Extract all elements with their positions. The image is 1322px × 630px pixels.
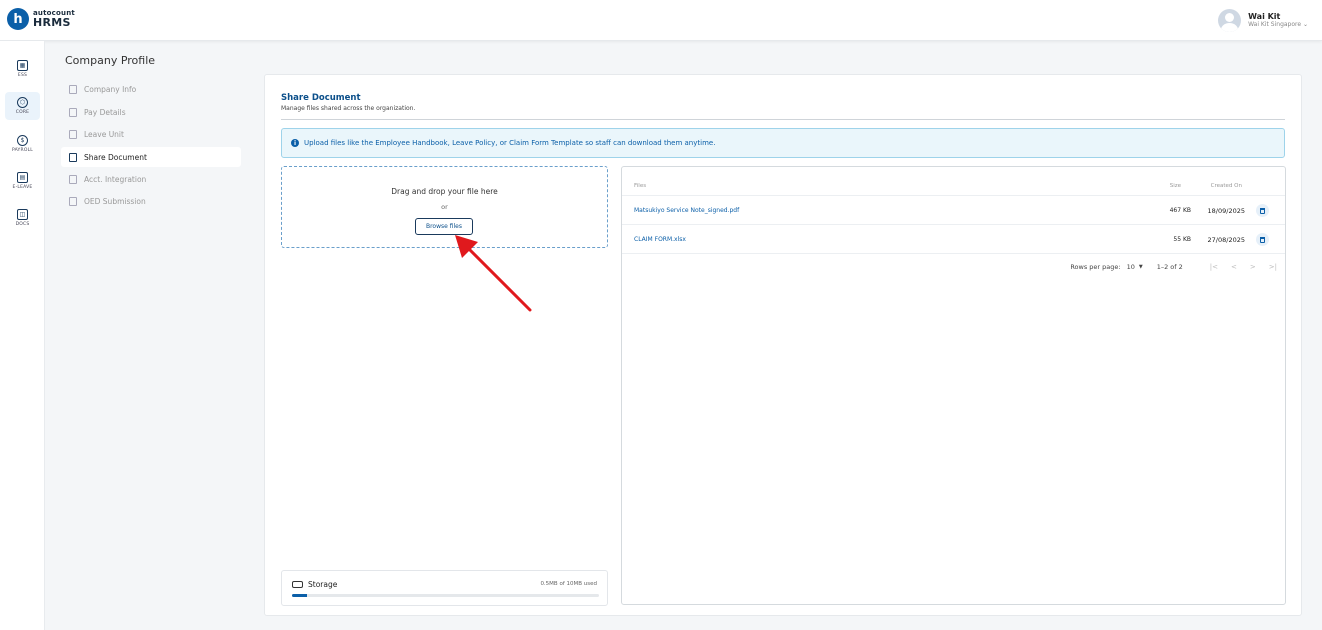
file-name-link[interactable]: Matsukiyo Service Note_signed.pdf — [634, 207, 739, 214]
core-icon: ⬡ — [17, 97, 28, 108]
chevron-down-icon[interactable]: ▼ — [1139, 264, 1143, 270]
last-page-icon[interactable]: >| — [1269, 263, 1277, 271]
top-bar: h autocount HRMS Wai Kit Wai Kit Singapo… — [0, 0, 1322, 41]
calendar-icon: ▤ — [17, 172, 28, 183]
building-icon — [69, 84, 77, 94]
nav-item-acct-integration[interactable]: Acct. Integration — [61, 169, 241, 189]
rows-per-page-label: Rows per page: — [1070, 263, 1121, 271]
company-selector[interactable]: Wai Kit Singapore ⌄ — [1248, 21, 1308, 29]
payroll-icon: $ — [17, 135, 28, 146]
info-banner: i Upload files like the Employee Handboo… — [281, 128, 1285, 158]
storage-used-text: 0.5MB of 10MB used — [540, 581, 597, 587]
logo-text: autocount HRMS — [33, 10, 75, 29]
storage-progress-bar — [292, 594, 599, 597]
column-header-files: Files — [634, 183, 647, 189]
file-name-link[interactable]: CLAIM FORM.xlsx — [634, 236, 686, 243]
integration-icon — [69, 174, 77, 184]
delete-button[interactable] — [1256, 204, 1269, 217]
autocount-hrms-logo[interactable]: h autocount HRMS — [7, 8, 75, 30]
prev-page-icon[interactable]: < — [1231, 263, 1237, 271]
section-title: Company Profile — [65, 54, 156, 67]
logo-bottom-text: HRMS — [33, 16, 71, 29]
next-page-icon[interactable]: > — [1250, 263, 1256, 271]
column-header-size: Size — [1169, 183, 1181, 189]
nav-item-leave-unit[interactable]: Leave Unit — [61, 124, 241, 144]
first-page-icon[interactable]: |< — [1210, 263, 1218, 271]
ess-icon: ▦ — [17, 60, 28, 71]
nav-label: Company Info — [84, 84, 137, 94]
file-created-on: 27/08/2025 — [1207, 236, 1245, 244]
module-rail: ▦ ESS ⬡ CORE $ PAYROLL ▤ E-LEAVE ◫ DOCS — [0, 41, 45, 630]
nav-label: Acct. Integration — [84, 174, 147, 184]
rail-label: CORE — [15, 110, 30, 115]
rail-label: ESS — [17, 73, 28, 78]
divider — [281, 119, 1285, 120]
rows-per-page-select[interactable]: 10 — [1127, 263, 1135, 271]
logo-mark: h — [7, 8, 29, 30]
page-range: 1–2 of 2 — [1156, 263, 1183, 271]
table-row: Matsukiyo Service Note_signed.pdf 467 KB… — [622, 195, 1285, 224]
nav-item-oed-submission[interactable]: OED Submission — [61, 191, 241, 211]
rail-label: PAYROLL — [12, 148, 33, 153]
user-menu[interactable]: Wai Kit Wai Kit Singapore ⌄ — [1218, 9, 1308, 32]
section-nav: Company Profile Company Info Pay Details… — [45, 41, 255, 630]
page-subtitle: Manage files shared across the organizat… — [281, 105, 416, 112]
table-divider — [622, 253, 1285, 254]
file-dropzone[interactable]: Drag and drop your file here or Browse f… — [281, 166, 608, 248]
nav-label: Leave Unit — [84, 129, 124, 139]
nav-item-company-info[interactable]: Company Info — [61, 79, 241, 99]
nav-label: OED Submission — [84, 196, 146, 206]
user-info: Wai Kit Wai Kit Singapore ⌄ — [1248, 12, 1308, 28]
nav-item-share-document[interactable]: Share Document — [61, 147, 241, 167]
nav-item-pay-details[interactable]: Pay Details — [61, 102, 241, 122]
delete-button[interactable] — [1256, 233, 1269, 246]
rail-item-core[interactable]: ⬡ CORE — [5, 92, 40, 120]
storage-panel: Storage 0.5MB of 10MB used — [281, 570, 608, 606]
info-text: Upload files like the Employee Handbook,… — [304, 139, 716, 147]
share-document-icon — [69, 152, 77, 162]
table-row: CLAIM FORM.xlsx 55 KB 27/08/2025 — [622, 224, 1285, 253]
avatar — [1218, 9, 1242, 32]
storage-label: Storage — [308, 580, 338, 589]
info-icon: i — [291, 139, 299, 147]
docs-icon: ◫ — [17, 209, 28, 220]
document-icon — [69, 107, 77, 117]
trash-icon — [1260, 236, 1265, 243]
dropzone-title: Drag and drop your file here — [391, 187, 498, 196]
nav-label: Pay Details — [84, 107, 126, 117]
pagination: Rows per page: 10 ▼ 1–2 of 2 |< < > >| — [1070, 263, 1277, 271]
file-created-on: 18/09/2025 — [1207, 207, 1245, 215]
nav-label: Share Document — [84, 152, 147, 162]
rail-item-docs[interactable]: ◫ DOCS — [5, 204, 40, 232]
rail-label: DOCS — [15, 222, 30, 227]
trash-icon — [1260, 207, 1265, 214]
file-size: 55 KB — [1173, 236, 1191, 243]
page-title: Share Document — [281, 93, 361, 103]
column-header-created-on: Created On — [1210, 183, 1242, 189]
storage-icon — [292, 581, 303, 588]
calendar-icon — [69, 129, 77, 139]
rail-item-ess[interactable]: ▦ ESS — [5, 55, 40, 83]
share-document-card: Share Document Manage files shared acros… — [264, 74, 1302, 616]
submission-icon — [69, 196, 77, 206]
rail-item-e-leave[interactable]: ▤ E-LEAVE — [5, 167, 40, 195]
rail-label: E-LEAVE — [12, 185, 33, 190]
files-table: Files Size Created On Matsukiyo Service … — [621, 166, 1286, 605]
storage-progress-fill — [292, 594, 308, 597]
annotation-arrow-icon — [455, 235, 532, 312]
rail-item-payroll[interactable]: $ PAYROLL — [5, 130, 40, 158]
file-size: 467 KB — [1169, 207, 1191, 214]
dropzone-or: or — [441, 203, 448, 211]
